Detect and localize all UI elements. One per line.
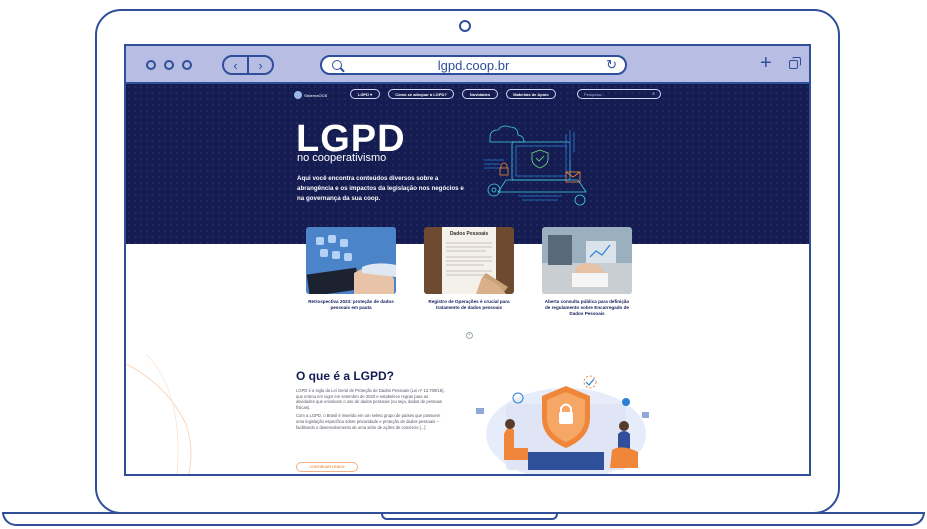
news-card-image <box>306 227 396 294</box>
decorative-curve <box>126 354 192 474</box>
site-search-icon[interactable]: ⌕ <box>652 90 655 99</box>
continue-reading-button[interactable]: CONTINUAR LENDO <box>296 462 358 472</box>
forward-button[interactable]: › <box>249 57 272 73</box>
back-button[interactable]: ‹ <box>224 57 247 73</box>
url-text[interactable]: lgpd.coop.br <box>322 58 625 73</box>
webpage: SistemaOCB LGPD ▾ Como se adequar à LGPD… <box>126 84 809 474</box>
window-close-dot[interactable] <box>146 60 156 70</box>
hero-subtitle: no cooperativismo <box>297 152 387 164</box>
reload-icon[interactable]: ↻ <box>606 57 617 73</box>
news-card-image <box>542 227 632 294</box>
about-title: O que é a LGPD? <box>296 369 395 383</box>
nav-como-se-adequar[interactable]: Como se adequar à LGPD? <box>388 89 454 99</box>
window-maximize-dot[interactable] <box>182 60 192 70</box>
news-card[interactable]: Dados Pessoais Registro de Operações é c… <box>424 227 514 311</box>
news-card[interactable]: Retrospectiva 2023: proteção de dados pe… <box>306 227 396 311</box>
new-tab-button[interactable]: + <box>760 52 772 75</box>
tabs-overview-icon[interactable] <box>789 57 801 69</box>
nav-materiais-de-apoio[interactable]: Materiais de Apoio <box>506 89 556 99</box>
about-paragraph-1: LGPD é a sigla da Lei Geral de Proteção … <box>296 388 445 410</box>
about-text: LGPD é a sigla da Lei Geral de Proteção … <box>296 388 446 430</box>
cybersecurity-illustration <box>484 125 587 206</box>
window-minimize-dot[interactable] <box>164 60 174 70</box>
camera-icon <box>459 20 471 32</box>
document-caption-text: Dados Pessoais <box>449 231 489 237</box>
address-bar[interactable]: lgpd.coop.br ↻ <box>320 55 627 75</box>
shield-label-text: LGPD <box>559 378 573 384</box>
nav-novidades[interactable]: Novidades <box>462 89 498 99</box>
laptop-mockup: ‹ › lgpd.coop.br ↻ + SistemaOCB LGPD ▾ C… <box>0 0 927 529</box>
hero-section: SistemaOCB LGPD ▾ Como se adequar à LGPD… <box>126 84 809 244</box>
history-nav: ‹ › <box>222 55 274 75</box>
carousel-indicator[interactable]: + <box>466 332 473 339</box>
browser-window: ‹ › lgpd.coop.br ↻ + SistemaOCB LGPD ▾ C… <box>124 44 811 476</box>
news-card[interactable]: Aberta consulta pública para definição d… <box>542 227 632 317</box>
logo-mark-icon <box>294 91 302 99</box>
about-paragraph-2: Com a LGPD, o Brasil é inserido em um se… <box>296 413 441 430</box>
site-search-input[interactable]: Pesquisar... ⌕ <box>577 89 661 99</box>
laptop-notch <box>381 513 558 520</box>
site-logo[interactable]: SistemaOCB <box>294 91 327 99</box>
hero-description: Aqui você encontra conteúdos diversos so… <box>297 175 464 202</box>
browser-toolbar: ‹ › lgpd.coop.br ↻ + <box>126 46 809 84</box>
news-card-image: Dados Pessoais <box>424 227 514 294</box>
nav-lgpd[interactable]: LGPD ▾ <box>350 89 380 99</box>
